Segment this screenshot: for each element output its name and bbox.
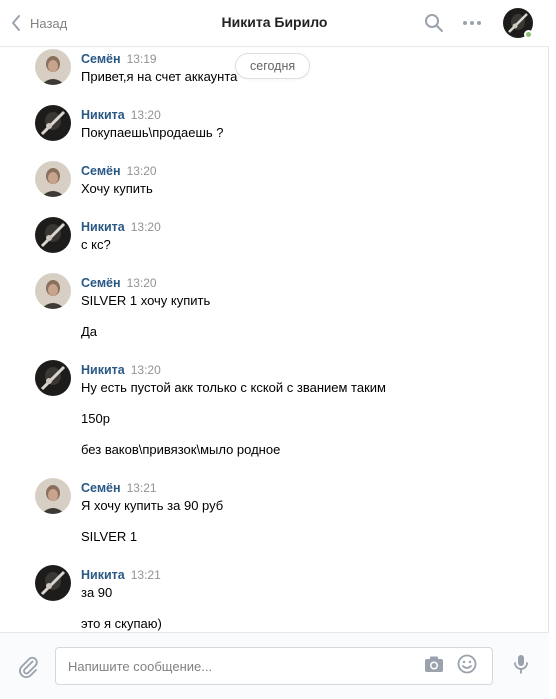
avatar-nikita[interactable]: [35, 217, 71, 253]
author-name[interactable]: Семён: [81, 276, 121, 290]
microphone-icon[interactable]: [510, 653, 532, 675]
message-text: 150р: [81, 411, 110, 426]
search-icon[interactable]: [423, 12, 445, 34]
message-meta: Никита 13:21: [81, 568, 161, 582]
message-text: без ваков\привязок\мыло родное: [81, 442, 281, 457]
message-time: 13:20: [126, 164, 157, 178]
back-label: Назад: [30, 15, 68, 31]
message-time: 13:20: [130, 363, 161, 377]
chat-header: Назад Никита Бирило: [0, 0, 549, 47]
message-time: 13:20: [130, 220, 161, 234]
author-name[interactable]: Никита: [81, 363, 125, 377]
more-icon[interactable]: [461, 12, 483, 34]
message-text: это я скупаю): [81, 616, 162, 631]
message-meta: Никита 13:20: [81, 220, 161, 234]
avatar-nikita[interactable]: [35, 360, 71, 396]
author-name[interactable]: Никита: [81, 108, 125, 122]
message-time: 13:20: [130, 108, 161, 122]
message-feed[interactable]: Семён 13:19 Привет,я на счет аккаунта сег…: [0, 48, 549, 632]
message-input-placeholder: Напишите сообщение...: [68, 659, 213, 674]
back-button[interactable]: Назад: [10, 12, 67, 34]
message-text: с кс?: [81, 237, 111, 252]
message-text: Я хочу купить за 90 руб: [81, 498, 224, 513]
message-text: SILVER 1 хочу купить: [81, 293, 211, 308]
paperclip-icon[interactable]: [16, 655, 40, 679]
chat-window: Назад Никита Бирило Семён 13:19 Привет,я …: [0, 0, 549, 699]
avatar-nikita[interactable]: [35, 105, 71, 141]
message-time: 13:21: [130, 568, 161, 582]
author-name[interactable]: Семён: [81, 164, 121, 178]
emoji-icon[interactable]: [456, 653, 478, 675]
message-text: SILVER 1: [81, 529, 138, 544]
message-meta: Никита 13:20: [81, 108, 161, 122]
message-meta: Семён 13:20: [81, 276, 157, 290]
author-name[interactable]: Никита: [81, 568, 125, 582]
message-meta: Семён 13:19: [81, 52, 157, 66]
author-name[interactable]: Семён: [81, 52, 121, 66]
chevron-left-icon: [12, 15, 20, 31]
avatar-semyon[interactable]: [35, 478, 71, 514]
avatar-semyon[interactable]: [35, 273, 71, 309]
date-divider: сегодня: [235, 53, 311, 79]
message-meta: Семён 13:20: [81, 164, 157, 178]
camera-icon[interactable]: [423, 653, 445, 675]
message-text: Ну есть пустой акк только с кской с зван…: [81, 380, 386, 395]
message-time: 13:21: [126, 481, 157, 495]
message-text: Привет,я на счет аккаунта: [81, 69, 238, 84]
avatar-nikita[interactable]: [35, 565, 71, 601]
message-text: Да: [81, 324, 98, 339]
message-text: за 90: [81, 585, 113, 600]
message-time: 13:20: [126, 276, 157, 290]
online-indicator: [524, 30, 533, 39]
author-name[interactable]: Никита: [81, 220, 125, 234]
message-text: Покупаешь\продаешь ?: [81, 125, 224, 140]
message-time: 13:19: [126, 52, 157, 66]
avatar-semyon[interactable]: [35, 161, 71, 197]
message-meta: Семён 13:21: [81, 481, 157, 495]
author-name[interactable]: Семён: [81, 481, 121, 495]
message-meta: Никита 13:20: [81, 363, 161, 377]
avatar-semyon[interactable]: [35, 49, 71, 85]
message-text: Хочу купить: [81, 181, 153, 196]
